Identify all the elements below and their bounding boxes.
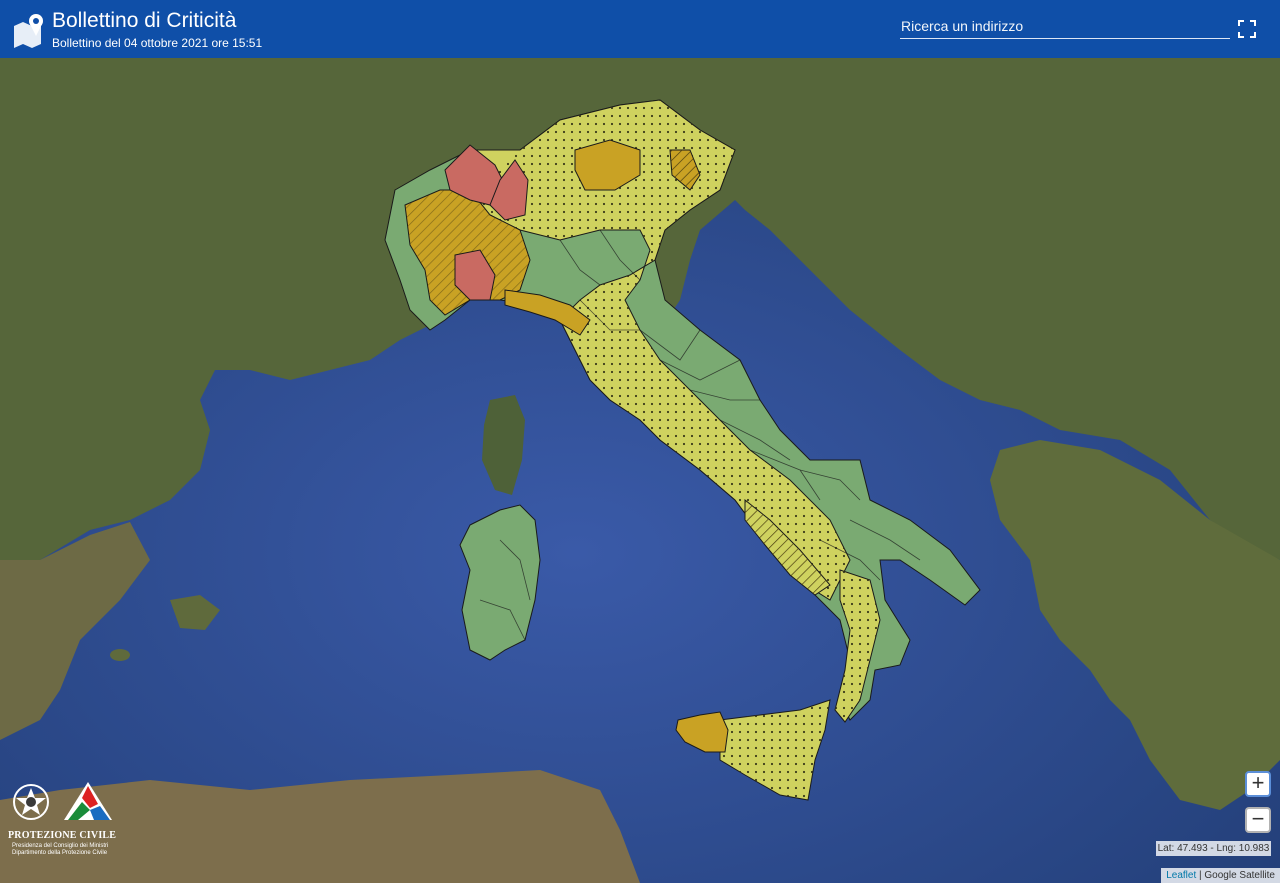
satellite-map[interactable]	[0, 58, 1280, 883]
map-view[interactable]	[0, 58, 1280, 883]
page-title: Bollettino di Criticità	[52, 9, 237, 32]
coordinates-readout: Lat: 47.493 - Lng: 10.983	[1156, 841, 1271, 856]
civil-protection-logo-icon	[64, 782, 112, 820]
protezione-civile-logo: PROTEZIONE CIVILE Presidenza del Consigl…	[8, 780, 120, 866]
brand-line-1: Presidenza del Consiglio dei Ministri	[12, 843, 109, 849]
brand-line-2: Dipartimento della Protezione Civile	[12, 850, 108, 856]
map-pin-icon	[14, 14, 43, 48]
app-header: Bollettino di Criticità Bollettino del 0…	[0, 0, 1280, 58]
leaflet-link[interactable]: Leaflet	[1166, 870, 1196, 881]
map-attribution: Leaflet | Google Satellite	[1161, 868, 1280, 883]
italian-republic-emblem-icon	[13, 784, 49, 820]
fullscreen-icon[interactable]	[1238, 20, 1256, 38]
brand-name: PROTEZIONE CIVILE	[8, 830, 117, 841]
zoom-out-button[interactable]: −	[1245, 807, 1271, 833]
brand-subtitle: Presidenza del Consiglio dei Ministri Di…	[12, 843, 122, 857]
address-search-input[interactable]: Ricerca un indirizzo	[900, 16, 1230, 39]
bulletin-date: Bollettino del 04 ottobre 2021 ore 15:51	[52, 36, 263, 50]
search-placeholder: Ricerca un indirizzo	[901, 18, 1024, 34]
attribution-provider: Google Satellite	[1204, 870, 1275, 881]
zoom-in-button[interactable]: +	[1245, 771, 1271, 797]
